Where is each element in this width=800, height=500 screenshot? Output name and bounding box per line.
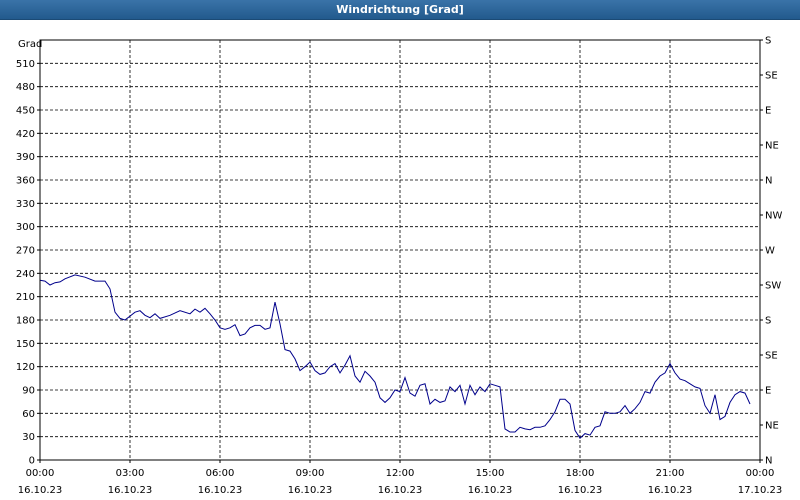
compass-tick-label: SW	[765, 281, 781, 292]
compass-tick-label: E	[765, 106, 771, 117]
y-tick-label: 180	[16, 316, 35, 327]
y-tick-label: 270	[16, 246, 35, 257]
x-tick-time: 18:00	[566, 468, 595, 479]
grid	[40, 40, 760, 460]
wind-direction-chart: Grad 0 30 60 90 120 150 180 210 240 270 300 330 360 3…	[16, 36, 783, 497]
y-tick-label: 240	[16, 269, 35, 280]
compass-tick-label: W	[765, 246, 775, 257]
y-tick-label: 420	[16, 129, 35, 140]
x-tick-date: 16.10.23	[648, 485, 693, 496]
x-tick-time: 00:00	[746, 468, 775, 479]
compass-tick-label: SE	[765, 71, 778, 82]
y-tick-label: 120	[16, 362, 35, 373]
y-tick-label: 30	[22, 432, 35, 443]
x-tick-date: 16.10.23	[468, 485, 513, 496]
y-tick-label: 480	[16, 82, 35, 93]
y-tick-label: 300	[16, 222, 35, 233]
y-tick-label: 360	[16, 176, 35, 187]
chart-window: Windrichtung [Grad] Grad 0 30 60 90 120 150 18…	[0, 0, 800, 500]
compass-tick-label: NE	[765, 141, 779, 152]
x-tick-date: 16.10.23	[558, 485, 603, 496]
x-tick-time: 06:00	[206, 468, 235, 479]
compass-tick-label: E	[765, 386, 771, 397]
x-tick-date: 17.10.23	[738, 485, 783, 496]
compass-tick-label: NW	[765, 211, 782, 222]
compass-tick-label: S	[765, 36, 771, 47]
y-tick-label: 90	[22, 386, 35, 397]
x-tick-date: 16.10.23	[288, 485, 333, 496]
compass-tick-label: NE	[765, 421, 779, 432]
y-tick-label: 510	[16, 59, 35, 70]
y-tick-label: 390	[16, 152, 35, 163]
x-tick-time: 03:00	[116, 468, 145, 479]
x-tick-date: 16.10.23	[18, 485, 63, 496]
x-tick-date: 16.10.23	[378, 485, 423, 496]
y-tick-label: 450	[16, 106, 35, 117]
x-tick-time: 21:00	[656, 468, 685, 479]
compass-tick-label: SE	[765, 351, 778, 362]
y-axis-label: Grad	[18, 39, 42, 50]
y-tick-label: 0	[29, 456, 35, 467]
x-tick-date: 16.10.23	[108, 485, 153, 496]
compass-tick-label: S	[765, 316, 771, 327]
y-tick-label: 150	[16, 339, 35, 350]
x-tick-time: 00:00	[26, 468, 55, 479]
axis-ticks: 0 30 60 90 120 150 180 210 240 270 300 330 360 390 420…	[16, 36, 783, 497]
y-tick-label: 330	[16, 199, 35, 210]
x-tick-time: 12:00	[386, 468, 415, 479]
compass-tick-label: N	[765, 456, 772, 467]
x-tick-time: 09:00	[296, 468, 325, 479]
y-tick-label: 210	[16, 292, 35, 303]
x-tick-date: 16.10.23	[198, 485, 243, 496]
x-tick-time: 15:00	[476, 468, 505, 479]
y-tick-label: 60	[22, 409, 35, 420]
compass-tick-label: N	[765, 176, 772, 187]
window-title: Windrichtung [Grad]	[0, 0, 800, 20]
